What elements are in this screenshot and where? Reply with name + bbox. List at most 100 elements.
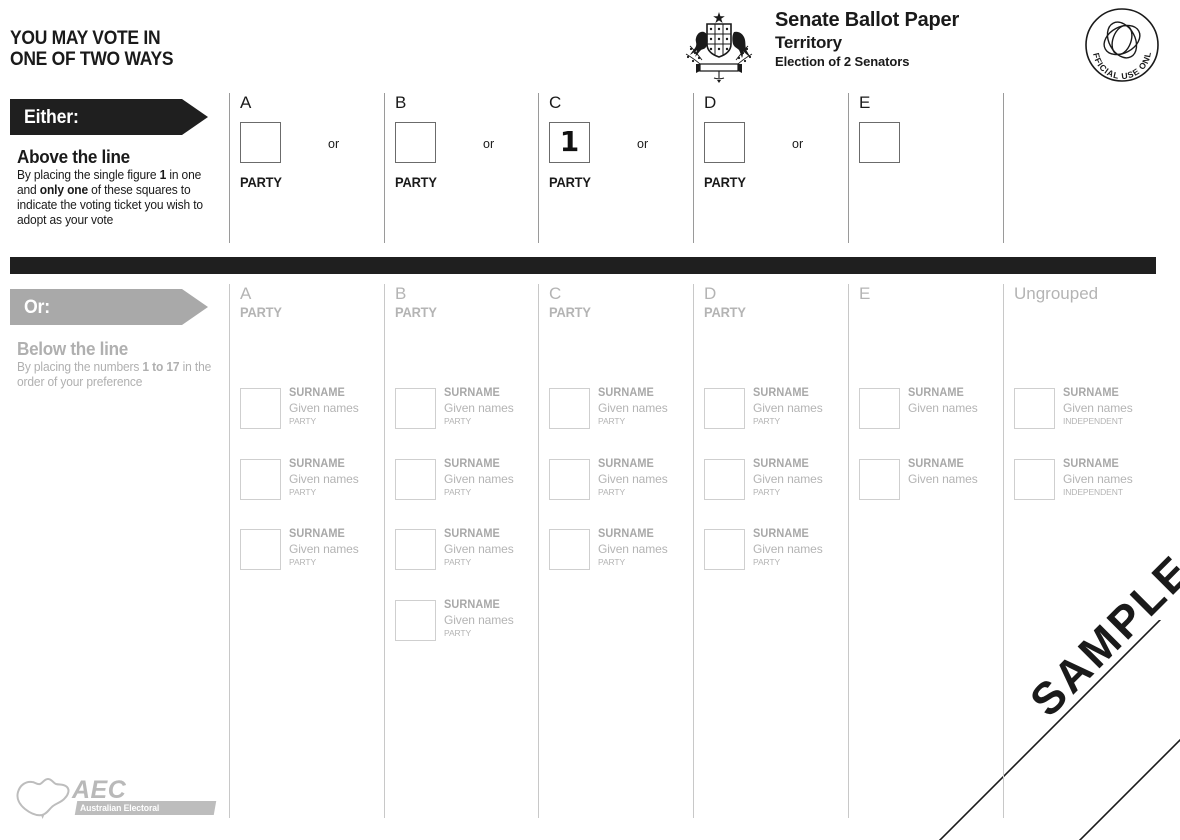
btl-column-letter-b: B	[395, 284, 407, 303]
candidate-surname: SURNAME	[444, 387, 500, 399]
candidate-preference-box[interactable]	[859, 388, 900, 429]
column-rule-atl-0	[229, 93, 230, 243]
candidate-preference-box[interactable]	[704, 388, 745, 429]
candidate-given-names: Given names	[1063, 471, 1133, 486]
candidate-preference-box[interactable]	[549, 529, 590, 570]
atl-or-label-c: or	[637, 137, 649, 151]
candidate-preference-box[interactable]	[704, 458, 745, 500]
candidate-row: SURNAME Given names PARTY	[704, 387, 854, 438]
document-title: Senate Ballot Paper	[775, 9, 960, 31]
above-the-line-instruction-text: By placing the single figure 1 in one an…	[17, 168, 221, 228]
stamp-text-path: OFFICIAL USE ONLY	[1083, 6, 1152, 81]
candidate-surname: SURNAME	[753, 387, 809, 399]
candidate-preference-box[interactable]	[1014, 458, 1055, 500]
candidate-surname: SURNAME	[444, 528, 500, 540]
candidate-party: PARTY	[289, 486, 317, 497]
atl-or-label-a: or	[328, 137, 340, 151]
candidate-given-names: Given names	[908, 401, 978, 415]
candidate-preference-box[interactable]	[240, 458, 281, 500]
candidate-given-names: Given names	[289, 471, 359, 486]
candidate-preference-box[interactable]	[240, 388, 281, 429]
atl-group-letter-e: E	[859, 93, 871, 112]
candidate-row: SURNAME Given names PARTY	[395, 599, 545, 650]
btl-column-party-a: PARTY	[240, 304, 282, 320]
column-rule-btl-0	[229, 284, 230, 818]
column-rule-atl-4	[848, 93, 849, 243]
btl-column-party-d: PARTY	[704, 304, 746, 320]
australia-map-icon	[16, 777, 70, 819]
candidate-preference-box[interactable]	[240, 529, 281, 570]
candidate-row: SURNAME Given names PARTY	[704, 458, 854, 509]
atl-party-name-c: PARTY	[549, 174, 591, 190]
candidate-party: PARTY	[598, 486, 626, 497]
australian-coat-of-arms-icon	[685, 12, 753, 83]
candidate-party: PARTY	[444, 627, 472, 638]
column-rule-btl-3	[693, 284, 694, 818]
candidate-surname: SURNAME	[444, 598, 500, 611]
candidate-given-names: Given names	[753, 471, 823, 486]
above-the-line-instructions: Above the line By placing the single fig…	[17, 146, 229, 228]
or-banner: Or:	[10, 289, 208, 325]
atl-instr-prefix: By placing the single figure	[17, 168, 160, 182]
candidate-preference-box[interactable]	[704, 529, 745, 570]
below-the-line-instruction-text: By placing the numbers 1 to 17 in the or…	[17, 360, 221, 390]
election-label: Election of 2 Senators	[775, 54, 910, 69]
atl-party-name-a: PARTY	[240, 174, 282, 190]
candidate-given-names: Given names	[444, 471, 514, 486]
candidate-details: SURNAME Given names INDEPENDENT	[1063, 457, 1168, 498]
candidate-given-names: Given names	[753, 542, 823, 556]
candidate-row: SURNAME Given names	[859, 387, 1009, 438]
candidate-surname: SURNAME	[1063, 387, 1119, 399]
candidate-surname: SURNAME	[908, 387, 964, 399]
candidate-details: SURNAME Given names INDEPENDENT	[1063, 386, 1168, 427]
atl-vote-box-b[interactable]	[395, 122, 436, 163]
candidate-preference-box[interactable]	[549, 458, 590, 500]
either-banner-label: Either:	[24, 107, 79, 128]
candidate-row: SURNAME Given names PARTY	[549, 387, 699, 438]
candidate-party: PARTY	[753, 416, 781, 426]
candidate-preference-box[interactable]	[549, 388, 590, 429]
either-banner: Either:	[10, 99, 208, 135]
candidate-given-names: Given names	[444, 612, 514, 627]
candidate-details: SURNAME Given names PARTY	[289, 386, 394, 427]
atl-vote-box-a[interactable]	[240, 122, 281, 163]
candidate-party: PARTY	[598, 416, 626, 426]
candidate-preference-box[interactable]	[1014, 388, 1055, 429]
candidate-preference-box[interactable]	[395, 529, 436, 570]
candidate-details: SURNAME Given names PARTY	[444, 598, 549, 639]
atl-party-name-b: PARTY	[395, 174, 437, 190]
candidate-surname: SURNAME	[598, 457, 654, 470]
candidate-given-names: Given names	[444, 401, 514, 415]
candidate-surname: SURNAME	[444, 457, 500, 470]
atl-group-letter-b: B	[395, 93, 407, 112]
candidate-preference-box[interactable]	[395, 388, 436, 429]
candidate-row: SURNAME Given names INDEPENDENT	[1014, 387, 1164, 438]
candidate-given-names: Given names	[598, 542, 668, 556]
atl-vote-box-c[interactable]: 1	[549, 122, 590, 163]
atl-group-letter-c: C	[549, 93, 562, 112]
atl-vote-box-d[interactable]	[704, 122, 745, 163]
candidate-row: SURNAME Given names PARTY	[240, 458, 390, 509]
candidate-party: PARTY	[289, 416, 317, 426]
ballot-divider-bar	[10, 257, 1156, 274]
page-title: YOU MAY VOTE IN ONE OF TWO WAYS	[10, 28, 174, 70]
column-rule-btl-4	[848, 284, 849, 818]
candidate-surname: SURNAME	[598, 528, 654, 540]
candidate-given-names: Given names	[1063, 401, 1133, 415]
document-title-block: Senate Ballot Paper Territory Election o…	[775, 8, 959, 70]
candidate-preference-box[interactable]	[395, 599, 436, 641]
candidate-given-names: Given names	[444, 542, 514, 556]
sample-watermark-text: SAMPLE	[1020, 544, 1180, 727]
candidate-given-names: Given names	[598, 401, 668, 415]
atl-vote-box-e[interactable]	[859, 122, 900, 163]
btl-instr-prefix: By placing the numbers	[17, 360, 143, 374]
candidate-given-names: Given names	[289, 401, 359, 415]
candidate-preference-box[interactable]	[859, 458, 900, 500]
vote-ways-title-block: YOU MAY VOTE IN ONE OF TWO WAYS	[10, 28, 230, 70]
candidate-surname: SURNAME	[289, 528, 345, 540]
column-rule-atl-3	[693, 93, 694, 243]
atl-instr-bold-2: only one	[39, 183, 88, 197]
aec-logo: AEC Australian Electoral Commission	[10, 772, 217, 825]
candidate-row: SURNAME Given names PARTY	[240, 387, 390, 438]
candidate-preference-box[interactable]	[395, 458, 436, 500]
